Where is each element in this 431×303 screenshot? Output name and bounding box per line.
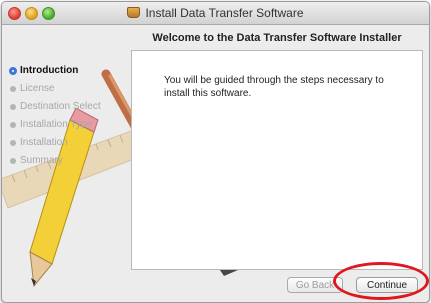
step-introduction: Introduction — [8, 62, 133, 80]
step-installation: Installation — [8, 134, 133, 152]
content-panel: You will be guided through the steps nec… — [131, 50, 423, 270]
step-installation-type: Installation Type — [8, 116, 133, 134]
step-label: Installation Type — [20, 119, 93, 130]
step-dot-icon — [10, 86, 16, 92]
step-dot-icon — [10, 122, 16, 128]
installer-window: Install Data Transfer Software Welcome t… — [1, 1, 430, 303]
window-title-text: Install Data Transfer Software — [145, 6, 304, 20]
step-dot-icon — [10, 140, 16, 146]
step-label: Destination Select — [20, 101, 101, 112]
step-label: Installation — [20, 137, 68, 148]
step-summary: Summary — [8, 152, 133, 170]
installation-steps: Introduction License Destination Select … — [8, 62, 133, 170]
window-title: Install Data Transfer Software — [2, 6, 429, 20]
step-dot-icon — [10, 158, 16, 164]
step-dot-icon — [10, 104, 16, 110]
step-label: Introduction — [20, 65, 79, 76]
current-step-icon — [9, 67, 17, 75]
package-icon — [127, 7, 141, 18]
introduction-text: You will be guided through the steps nec… — [164, 75, 384, 99]
step-destination-select: Destination Select — [8, 98, 133, 116]
title-bar: Install Data Transfer Software — [2, 2, 429, 25]
continue-highlight-circle — [333, 262, 429, 300]
installer-heading: Welcome to the Data Transfer Software In… — [152, 32, 402, 44]
step-license: License — [8, 80, 133, 98]
step-label: Summary — [20, 155, 63, 166]
step-label: License — [20, 83, 55, 94]
